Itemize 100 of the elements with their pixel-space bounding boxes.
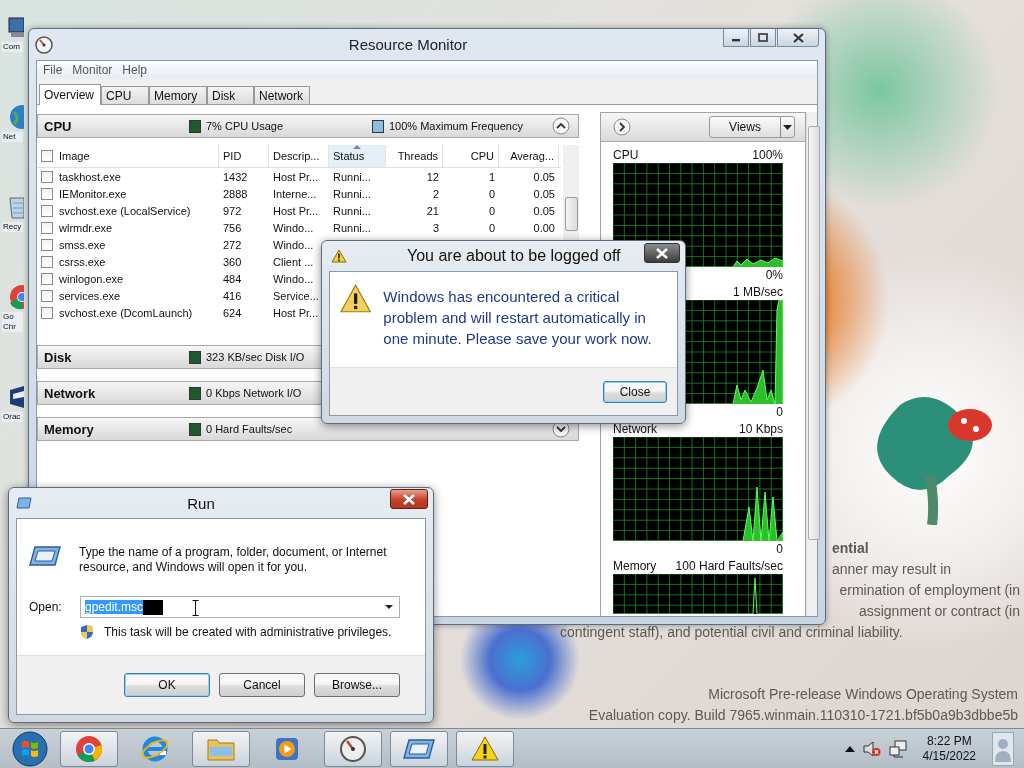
usage-text: 323 KB/sec Disk I/O <box>206 351 305 363</box>
table-cell: IEMonitor.exe <box>59 187 127 200</box>
row-checkbox[interactable] <box>41 221 53 234</box>
desktop-icon-label[interactable]: Go Chr <box>2 312 23 332</box>
taskbar-button[interactable] <box>192 730 250 767</box>
close-button[interactable] <box>644 243 680 263</box>
sort-arrow-icon <box>353 145 361 149</box>
browser-icon <box>140 734 170 763</box>
table-cell: wlrmdr.exe <box>59 221 113 234</box>
usage-text: 0 Kbps Network I/O <box>206 387 302 399</box>
section-header[interactable]: CPU 7% CPU Usage 100% Maximum Frequency <box>37 114 579 138</box>
axis-label: 0% <box>765 268 783 282</box>
row-checkbox[interactable] <box>41 204 53 217</box>
collapse-button[interactable] <box>552 117 570 135</box>
expand-pane-button[interactable] <box>613 118 631 136</box>
table-cell: Host Pr... <box>273 204 319 217</box>
minimize-button[interactable] <box>723 29 749 47</box>
globe-icon[interactable] <box>8 104 24 130</box>
select-all-checkbox[interactable] <box>41 150 53 162</box>
section-title: Network <box>44 385 97 401</box>
desktop-icon-label[interactable]: Net <box>2 132 23 142</box>
tab[interactable]: Disk <box>207 86 254 104</box>
table-cell: 1432 <box>223 170 248 183</box>
computer-icon[interactable] <box>8 16 24 40</box>
maximize-button[interactable] <box>750 29 776 47</box>
row-checkbox[interactable] <box>41 255 53 268</box>
table-cell: Runni... <box>333 187 371 200</box>
clock-button[interactable]: 8:22 PM 4/15/2022 <box>914 733 984 764</box>
browser-icon <box>75 734 103 763</box>
views-button[interactable]: Views <box>709 116 795 138</box>
column-header[interactable]: Averag... <box>510 150 554 162</box>
recycle-bin-icon[interactable] <box>8 194 24 220</box>
usage-text: 0 Hard Faults/sec <box>206 423 293 435</box>
table-cell: 972 <box>223 204 242 217</box>
row-checkbox[interactable] <box>41 272 53 285</box>
warning-icon <box>340 284 372 314</box>
dialog-button[interactable]: Browse... <box>314 673 400 697</box>
column-header[interactable]: Threads <box>397 150 438 162</box>
tab[interactable]: Memory <box>149 86 207 104</box>
tab[interactable]: Overview <box>39 84 101 105</box>
row-checkbox[interactable] <box>41 170 53 183</box>
column-header[interactable]: Descrip... <box>273 150 320 162</box>
watermark-text: ermination of employment (in <box>839 581 1020 600</box>
dialog-title: You are about to be logged off <box>407 247 621 265</box>
app-icon[interactable] <box>8 384 24 410</box>
show-hidden-icons-button[interactable] <box>844 745 855 752</box>
tab[interactable]: CPU <box>101 86 149 104</box>
column-header[interactable]: Image <box>59 150 90 162</box>
tab[interactable]: Network <box>254 86 310 104</box>
caret-icon[interactable] <box>385 605 393 609</box>
menu-item[interactable]: Monitor <box>68 63 119 77</box>
dialog-button[interactable]: Cancel <box>219 673 305 697</box>
dialog-title: Run <box>186 494 216 512</box>
usage-text: 100% Maximum Frequency <box>389 120 523 132</box>
watermark-text: contingent staff), and potential civil and criminal liability. <box>560 623 903 642</box>
table-cell: 416 <box>223 289 242 302</box>
graph-title: Network <box>613 421 657 436</box>
dialog-button[interactable]: OK <box>124 673 210 697</box>
watermark-text: ential <box>832 539 869 558</box>
watermark-text: Microsoft Pre-release Windows Operating System <box>708 685 1018 704</box>
window-title: Resource Monitor <box>347 36 469 53</box>
desktop-icon-label[interactable]: Com <box>2 42 23 52</box>
taskbar-button[interactable] <box>456 730 514 767</box>
axis-label: 100% <box>752 147 783 162</box>
row-checkbox[interactable] <box>41 238 53 251</box>
table-cell: Interne... <box>273 187 317 200</box>
scrollbar[interactable] <box>806 112 817 616</box>
table-cell: Runni... <box>333 204 371 217</box>
row-checkbox[interactable] <box>41 187 53 200</box>
row-checkbox[interactable] <box>41 289 53 302</box>
column-header[interactable]: PID <box>223 150 242 162</box>
run-app-icon <box>16 497 32 509</box>
section-title: CPU <box>44 118 73 134</box>
desktop-icon-label[interactable]: Orac <box>2 412 23 422</box>
close-dialog-button[interactable]: Close <box>603 380 667 403</box>
close-button[interactable] <box>777 29 819 47</box>
axis-label: 0 <box>776 542 783 556</box>
table-cell: 0 <box>488 204 495 217</box>
maximize-icon <box>758 33 768 42</box>
taskbar-button[interactable] <box>60 730 118 767</box>
table-cell: Windo... <box>273 238 314 251</box>
table-cell: 360 <box>223 255 242 268</box>
menu-item[interactable]: Help <box>118 63 154 77</box>
close-button[interactable] <box>390 489 428 509</box>
taskbar-button[interactable] <box>390 730 448 767</box>
desktop-icon-label[interactable]: Recy <box>2 222 23 232</box>
redaction-block <box>143 599 164 615</box>
column-header[interactable]: CPU <box>470 150 494 162</box>
network-icon[interactable] <box>888 739 907 758</box>
usage-text: 7% CPU Usage <box>206 120 284 132</box>
shield-icon <box>80 624 94 640</box>
menu-item[interactable]: File <box>39 63 69 77</box>
taskbar-button[interactable] <box>324 730 382 767</box>
speaker-muted-icon[interactable] <box>862 740 881 757</box>
row-checkbox[interactable] <box>41 306 53 319</box>
dialog-message: Type the name of a program, folder, document, or Internet resource, and Windows will open it for you. <box>79 545 388 575</box>
axis-label: 1 MB/sec <box>733 284 783 299</box>
table-cell: svchost.exe (LocalService) <box>59 204 191 217</box>
table-cell: taskhost.exe <box>59 170 121 183</box>
table-cell: 1 <box>488 170 495 183</box>
